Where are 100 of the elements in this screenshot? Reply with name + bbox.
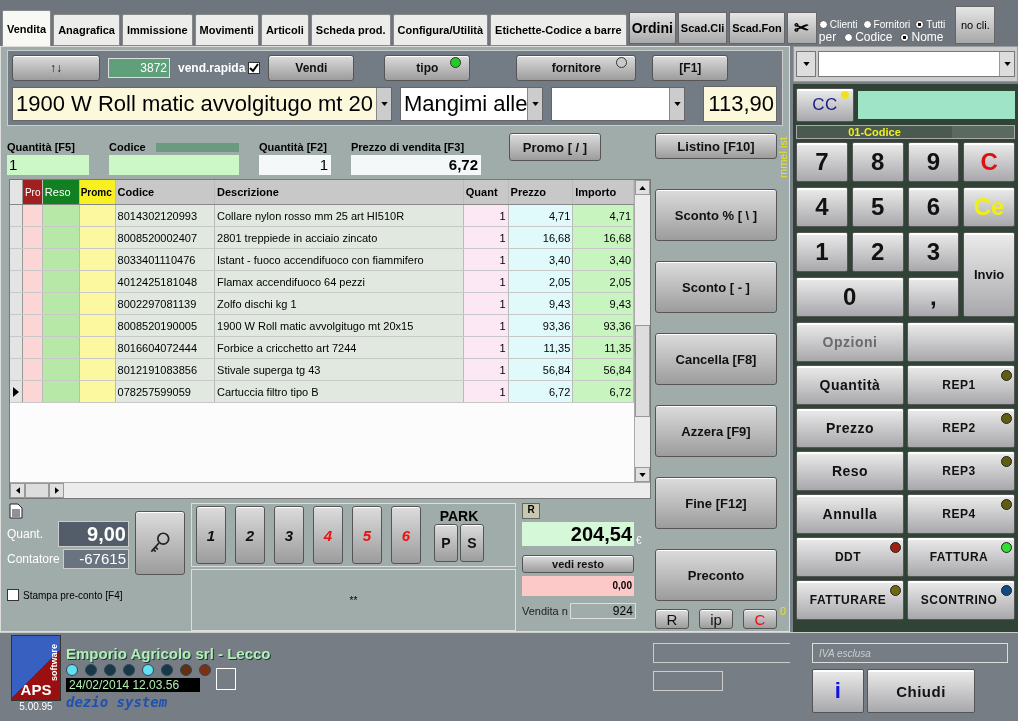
scroll-thumb[interactable] — [25, 483, 49, 498]
column-header[interactable]: Reso — [42, 180, 80, 204]
sort-button[interactable]: ↑↓ — [12, 55, 100, 81]
f1-button[interactable]: [F1] — [652, 55, 729, 81]
function-button[interactable]: Reso — [796, 451, 904, 491]
keypad-key[interactable]: 4 — [796, 187, 848, 227]
column-header[interactable]: Codice — [115, 180, 216, 204]
tab[interactable]: Articoli — [260, 14, 309, 46]
close-button[interactable]: Chiudi — [867, 669, 975, 713]
column-header[interactable]: Prezzo — [508, 180, 574, 204]
scroll-thumb[interactable] — [635, 325, 650, 417]
tab[interactable]: Scheda prod. — [310, 14, 391, 46]
function-button[interactable]: FATTURA — [907, 537, 1015, 577]
keypad-key[interactable]: , — [907, 277, 960, 317]
radio-option[interactable]: Tutti — [915, 19, 946, 30]
r-badge[interactable]: R — [522, 503, 540, 519]
action-button[interactable]: Cancella [F8] — [655, 333, 777, 385]
keypad-key[interactable]: 3 — [907, 232, 960, 272]
info-button[interactable]: i — [812, 669, 864, 713]
function-button[interactable]: REP3 — [907, 451, 1015, 491]
function-button[interactable]: Annulla — [796, 494, 904, 534]
keypad-key[interactable]: 7 — [796, 142, 848, 182]
key-button[interactable] — [135, 511, 185, 575]
no-client-button[interactable]: no cli. — [955, 6, 996, 44]
toolbar-button[interactable]: Scad.Cli — [677, 12, 728, 44]
tab[interactable]: Etichette-Codice a barre — [490, 14, 627, 46]
quantity-field[interactable]: 1 — [7, 155, 89, 175]
scroll-up-icon[interactable] — [639, 185, 646, 190]
park-button[interactable]: S — [460, 524, 484, 562]
column-header[interactable]: Quant — [463, 180, 509, 204]
keypad-key[interactable]: 2 — [851, 232, 904, 272]
keypad-key[interactable]: 1 — [796, 232, 848, 272]
scroll-left-icon[interactable] — [15, 487, 20, 494]
category-select[interactable]: Mangimi alle — [400, 87, 543, 121]
toolbar-button[interactable]: Ordini — [628, 12, 676, 44]
keypad-key[interactable]: 5 — [851, 187, 904, 227]
park-slot-button[interactable]: 2 — [235, 506, 265, 564]
keypad-key[interactable]: Invio — [963, 232, 1015, 317]
type-button[interactable]: tipo — [384, 55, 471, 81]
tab[interactable]: Movimenti — [194, 14, 259, 46]
park-slot-button[interactable]: 1 — [196, 506, 226, 564]
park-button[interactable]: P — [434, 524, 458, 562]
tab[interactable]: Anagrafica — [53, 14, 120, 46]
action-button[interactable]: Sconto [ - ] — [655, 261, 777, 313]
horizontal-scrollbar[interactable] — [10, 482, 650, 498]
product-select[interactable]: 1900 W Roll matic avvolgitugo mt 20 — [12, 87, 392, 121]
column-header[interactable]: Promc — [79, 180, 116, 204]
radio-option[interactable]: Fornitori — [862, 19, 911, 30]
dropdown[interactable] — [818, 51, 1015, 77]
function-button[interactable]: Quantità — [796, 365, 904, 405]
action-button[interactable]: Sconto % [ \ ] — [655, 189, 777, 241]
function-button[interactable]: REP2 — [907, 408, 1015, 448]
supplier-select[interactable] — [551, 87, 685, 121]
column-header[interactable]: Pro — [22, 180, 43, 204]
function-button[interactable]: REP1 — [907, 365, 1015, 405]
keypad-key[interactable]: 8 — [851, 142, 904, 182]
change-button[interactable]: vedi resto — [522, 555, 634, 573]
vertical-scrollbar[interactable] — [634, 180, 650, 482]
function-button[interactable]: DDT — [796, 537, 904, 577]
radio-option[interactable]: Clienti — [818, 19, 858, 30]
function-button[interactable]: Prezzo — [796, 408, 904, 448]
document-icon[interactable] — [9, 503, 23, 519]
blank-button[interactable] — [907, 322, 1015, 362]
code-field[interactable] — [109, 155, 239, 175]
promo-button[interactable]: Promo [ / ] — [509, 133, 601, 161]
toolbar-button[interactable]: Scad.Fon — [729, 12, 785, 44]
sell-button[interactable]: Vendi — [268, 55, 355, 81]
keypad-key[interactable]: 0 — [796, 277, 904, 317]
park-slot-button[interactable]: 3 — [274, 506, 304, 564]
input-field[interactable] — [858, 91, 1015, 119]
row-indicator[interactable] — [10, 381, 23, 402]
column-header[interactable]: Descrizione — [215, 180, 464, 204]
action-button[interactable]: Preconto — [655, 549, 777, 601]
action-button[interactable]: Fine [F12] — [655, 477, 777, 529]
small-button[interactable]: ip — [699, 609, 733, 629]
scroll-right-icon[interactable] — [54, 487, 59, 494]
quick-sale-checkbox[interactable]: vend.rapida — [178, 61, 261, 75]
radio-option[interactable]: Codice — [844, 30, 893, 44]
print-preview-checkbox[interactable]: Stampa pre-conto [F4] — [7, 589, 129, 601]
price-field[interactable]: 6,72 — [351, 155, 481, 175]
tab[interactable]: Vendita — [2, 10, 52, 46]
price-list-button[interactable]: Listino [F10] — [655, 133, 777, 159]
cc-button[interactable]: CC — [796, 88, 854, 122]
tab[interactable]: Immissione — [122, 14, 193, 46]
vat-field[interactable]: IVA esclusa — [812, 643, 1008, 663]
quantity-field[interactable]: 1 — [259, 155, 331, 175]
radio-option[interactable]: Nome — [900, 30, 944, 44]
supplier-button[interactable]: fornitore — [516, 55, 637, 81]
tab[interactable]: Configura/Utilità — [392, 14, 489, 46]
cut-button[interactable]: ✂ — [786, 12, 817, 44]
field-label: Quantità [F5] — [7, 141, 76, 153]
keypad-key[interactable]: 6 — [907, 187, 960, 227]
function-button[interactable]: FATTURARE — [796, 580, 904, 620]
small-button[interactable]: R — [655, 609, 689, 629]
action-button[interactable]: Azzera [F9] — [655, 405, 777, 457]
dropdown[interactable] — [796, 51, 816, 77]
keypad-key[interactable]: 9 — [907, 142, 960, 182]
scroll-down-icon[interactable] — [639, 472, 646, 477]
function-button[interactable]: REP4 — [907, 494, 1015, 534]
function-button[interactable]: SCONTRINO — [907, 580, 1015, 620]
